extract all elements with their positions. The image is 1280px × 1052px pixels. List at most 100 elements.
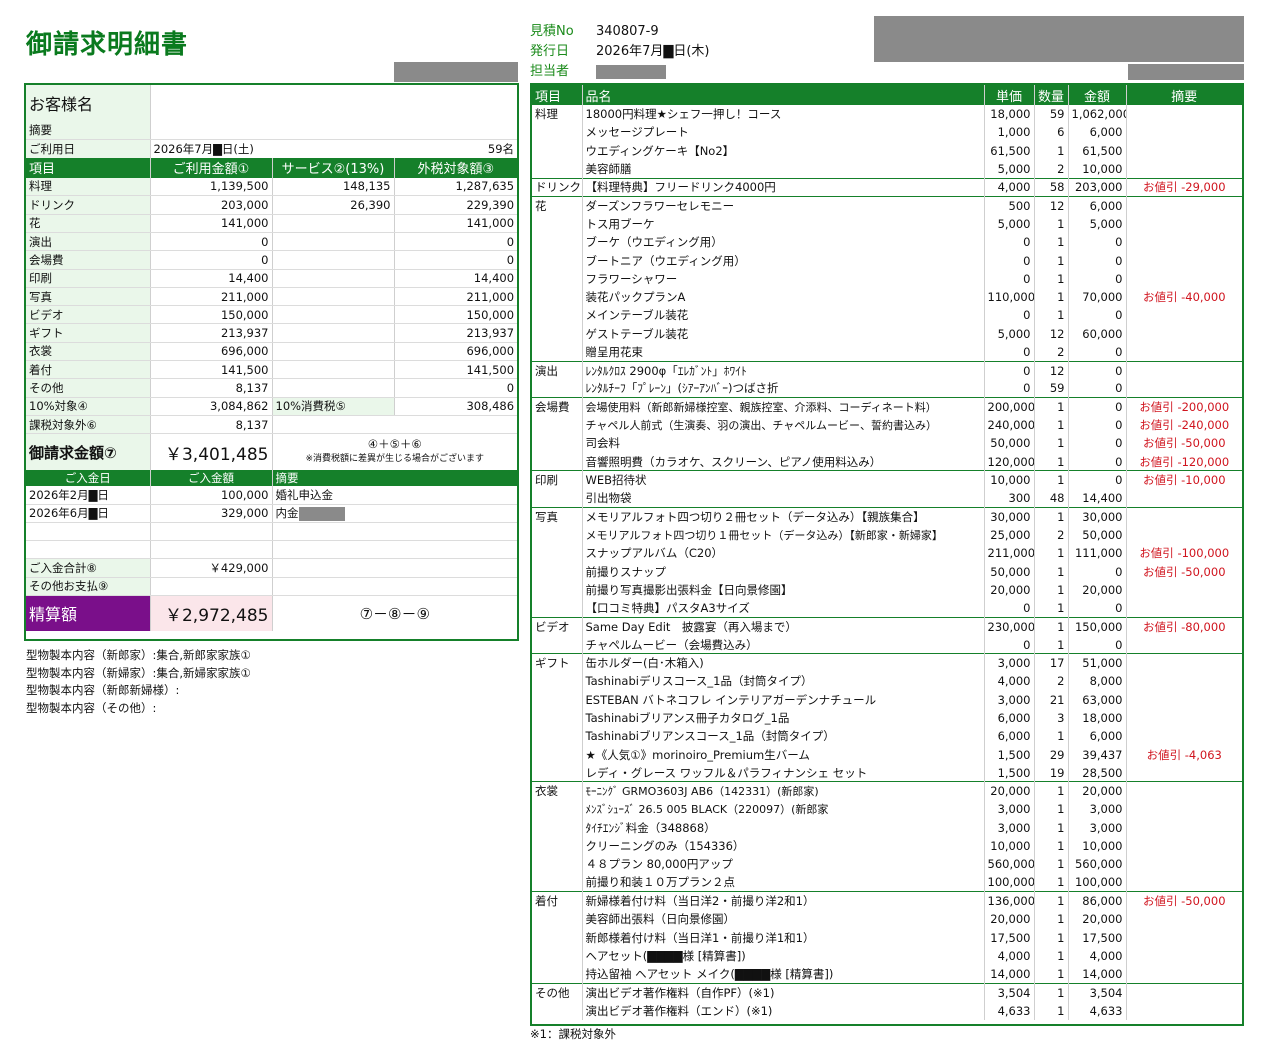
summary-taxable: 141,000 xyxy=(394,214,518,233)
payment-memo-cell: 婚礼申込金 xyxy=(272,485,518,505)
summary-taxable: 696,000 xyxy=(394,342,518,362)
summary-taxable: 0 xyxy=(394,378,518,398)
detail-amount: 560,000 xyxy=(1068,855,1127,874)
detail-row: Tashinabiデリスコース_1品（封筒タイプ） 4,000 2 8,000 xyxy=(532,672,1242,691)
summary-service: 148,135 xyxy=(272,177,395,197)
detail-row: 持込留袖 ヘアセット メイク(▇▇▇▇様 [精算書]) 14,000 1 14,000 xyxy=(532,964,1242,984)
detail-category xyxy=(532,800,583,819)
settle-label: 精算額 xyxy=(26,595,151,631)
detail-memo xyxy=(1126,819,1242,837)
detail-memo xyxy=(1126,507,1242,526)
detail-qty: 1 xyxy=(1034,800,1069,819)
detail-category xyxy=(532,1001,583,1020)
detail-memo xyxy=(1126,800,1242,818)
detail-row: 美容師出張料（日向景修園） 20,000 1 20,000 xyxy=(532,910,1242,929)
detail-memo: お値引 -120,000 xyxy=(1139,454,1230,469)
estimate-row: 見積No 340807-9 xyxy=(530,22,850,42)
binding-note: 型物製本内容（新郎家）:集合,新郎家家族① xyxy=(26,648,251,662)
summary-service xyxy=(272,378,395,398)
summary-amount: 696,000 xyxy=(150,342,273,362)
detail-row: 前撮り写真撮影出張料金【日向景修園】 20,000 1 20,000 xyxy=(532,580,1242,600)
document-meta: 見積No 340807-9 発行日 2026年7月▇日(木) 担当者 xyxy=(530,22,850,82)
summary-header: 項目 ご利用金額① サービス②(13%) 外税対象額③ xyxy=(26,157,518,178)
detail-row: ★《人気①》morinoiro_Premium生バーム 1,500 29 39,437… xyxy=(532,745,1242,764)
detail-amount: 86,000 xyxy=(1068,891,1127,911)
detail-unit-price: 0 xyxy=(984,360,1035,380)
issue-date-row: 発行日 2026年7月▇日(木) xyxy=(530,42,850,62)
detail-category xyxy=(532,214,583,234)
detail-memo xyxy=(1126,489,1242,507)
detail-qty: 1 xyxy=(1034,544,1069,563)
detail-qty: 1 xyxy=(1034,964,1069,984)
detail-amount: 0 xyxy=(1068,416,1127,435)
detail-amount: 14,000 xyxy=(1068,964,1127,984)
detail-amount: 28,500 xyxy=(1068,763,1127,782)
detail-amount: 0 xyxy=(1068,599,1127,618)
detail-row: 前撮りスナップ 50,000 1 0 お値引 -50,000 xyxy=(532,562,1242,581)
detail-memo xyxy=(1126,764,1242,782)
memo-value xyxy=(150,121,518,140)
taxable-value: 3,084,862 xyxy=(150,397,273,416)
settle-row: 精算額 ￥2,972,485 ⑦－⑧－⑨ xyxy=(26,595,517,631)
estimate-no: 340807-9 xyxy=(596,24,659,39)
paid-total-value: ￥429,000 xyxy=(150,558,273,578)
detail-category xyxy=(532,141,583,160)
summary-item: ドリンク xyxy=(26,195,151,215)
detail-item: ヘアセット(▇▇▇▇様 [精算書]) xyxy=(582,946,985,965)
detail-unit-price: 20,000 xyxy=(984,910,1035,929)
detail-qty: 1 xyxy=(1034,397,1069,417)
detail-category: 着付 xyxy=(532,891,583,911)
staff-redaction xyxy=(596,64,666,79)
summary-panel: お客様名 摘要 ご利用日 2026年7月▇日(土) 59名 項目 ご利用金額① サービス… xyxy=(24,83,519,641)
detail-item: 【料理特典】フリードリンク4000円 xyxy=(582,177,985,197)
detail-memo: お値引 -50,000 xyxy=(1126,891,1242,911)
total-label: 御請求金額⑦ xyxy=(26,433,151,470)
detail-row: クリーニングのみ（154336） 10,000 1 10,000 xyxy=(532,836,1242,856)
detail-row: ギフト 缶ホルダー(白･木箱入) 3,000 17 51,000 xyxy=(532,653,1242,673)
summary-taxable: 211,000 xyxy=(394,287,518,307)
detail-amount: 6,000 xyxy=(1068,727,1127,746)
payment-date: 2026年6月▇日 xyxy=(26,504,151,523)
detail-row: 新郎様着付け料（当日洋1・前撮り洋1和1） 17,500 1 17,500 xyxy=(532,928,1242,947)
detail-row: 司会料 50,000 1 0 お値引 -50,000 xyxy=(532,434,1242,453)
detail-amount: 0 xyxy=(1068,434,1127,453)
detail-category xyxy=(532,836,583,856)
detail-memo xyxy=(1126,142,1242,160)
detail-unit-price: 560,000 xyxy=(984,855,1035,874)
left-header-redaction xyxy=(394,62,518,82)
detail-unit-price: 110,000 xyxy=(984,287,1035,307)
detail-item: 前撮り写真撮影出張料金【日向景修園】 xyxy=(582,580,985,600)
summary-col-amount-header: ご利用金額① xyxy=(150,157,273,178)
taxable-row: 10%対象④ 3,084,862 10%消費税⑤ 308,486 xyxy=(26,397,518,416)
detail-row: チャペル人前式（生演奏、羽の演出、チャペルムービー、誓約書込み） 240,000 1… xyxy=(532,416,1242,435)
detail-row: ﾒﾝｽﾞｼｭｰｽﾞ 26.5 005 BLACK（220097）(新郎家 3,00… xyxy=(532,800,1242,819)
binding-note: 型物製本内容（新郎新婦様）: xyxy=(26,683,180,697)
detail-unit-price: 4,633 xyxy=(984,1001,1035,1020)
detail-category xyxy=(532,928,583,947)
summary-taxable: 14,400 xyxy=(394,269,518,288)
nontax-value: 8,137 xyxy=(150,415,273,435)
detail-amount: 14,400 xyxy=(1068,489,1127,508)
detail-row: スナップアルバム（C20） 211,000 1 111,000 お値引 -100,000 xyxy=(532,544,1242,563)
detail-item: チャペル人前式（生演奏、羽の演出、チャペルムービー、誓約書込み） xyxy=(582,416,985,435)
summary-amount: 0 xyxy=(150,250,273,270)
detail-memo xyxy=(1126,105,1242,123)
detail-item: 新婦様着付け料（当日洋2・前撮り洋2和1） xyxy=(582,891,985,911)
detail-unit-price: 3,000 xyxy=(984,653,1035,673)
detail-row: ブートニア（ウエディング用） 0 1 0 xyxy=(532,251,1242,270)
detail-category xyxy=(532,269,583,288)
detail-item: ウエディングケーキ【No2】 xyxy=(582,141,985,160)
detail-unit-price: 10,000 xyxy=(984,836,1035,856)
nontax-row: 課税対象外⑥ 8,137 xyxy=(26,415,518,435)
detail-unit-price: 0 xyxy=(984,635,1035,654)
detail-row: 会場費 会場使用料（新郎新婦様控室、親族控室、介添料、コーディネート料） 200,0… xyxy=(532,397,1242,417)
detail-memo xyxy=(1126,837,1242,855)
detail-row: メッセージプレート 1,000 6 6,000 xyxy=(532,123,1242,142)
header-redaction-small xyxy=(1128,64,1244,80)
detail-col-item-header: 品名 xyxy=(582,85,985,105)
detail-category xyxy=(532,123,583,142)
detail-memo: お値引 -80,000 xyxy=(1126,616,1242,636)
detail-item: ﾀｲﾁｴﾝｼﾞ料金（348868） xyxy=(582,818,985,837)
detail-qty: 1 xyxy=(1034,891,1069,911)
detail-qty: 1 xyxy=(1034,616,1069,636)
